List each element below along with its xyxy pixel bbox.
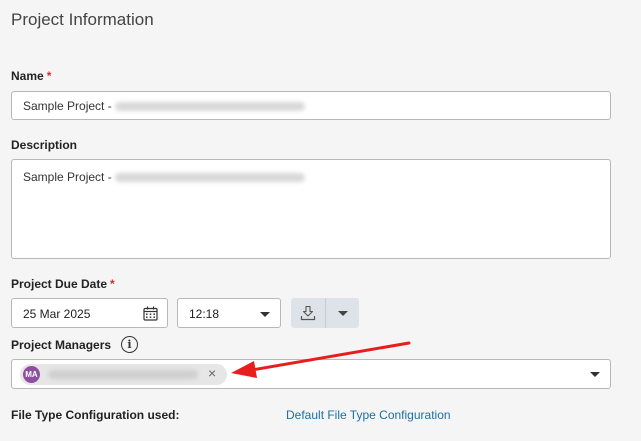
description-label: Description [11, 138, 78, 152]
project-managers-label: Project Managers [11, 338, 112, 352]
redacted-text [114, 173, 305, 183]
due-date-input[interactable]: 25 Mar 2025 [11, 298, 168, 328]
page-title: Project Information [11, 10, 154, 29]
info-icon[interactable]: i [121, 336, 138, 353]
description-value: Sample Project - [23, 170, 112, 184]
chevron-down-icon[interactable] [590, 372, 600, 377]
due-time-select[interactable]: 12:18 [177, 298, 281, 328]
due-date-label: Project Due Date * [11, 277, 115, 291]
file-type-config-label: File Type Configuration used: [11, 408, 180, 422]
redacted-text [48, 370, 198, 379]
required-mark: * [110, 277, 115, 291]
name-input[interactable]: Sample Project - [11, 91, 611, 120]
download-tray-icon [300, 305, 316, 321]
date-options-dropdown-button[interactable] [325, 298, 359, 328]
project-managers-select[interactable]: MA × [11, 359, 611, 389]
apply-default-button[interactable] [291, 298, 325, 328]
name-input-value: Sample Project - [23, 99, 112, 113]
file-type-config-link[interactable]: Default File Type Configuration [286, 408, 451, 422]
name-label: Name * [11, 69, 52, 83]
date-action-button-group [291, 298, 359, 328]
manager-chip: MA × [20, 364, 227, 385]
due-time-value: 12:18 [189, 307, 220, 321]
due-date-value: 25 Mar 2025 [23, 307, 91, 321]
redacted-text [114, 102, 305, 112]
chevron-down-icon [260, 312, 270, 317]
description-textarea[interactable]: Sample Project - [11, 159, 611, 259]
chevron-down-icon [338, 311, 348, 316]
avatar: MA [23, 366, 40, 383]
remove-chip-icon[interactable]: × [208, 365, 216, 381]
required-mark: * [46, 69, 52, 83]
calendar-icon[interactable] [143, 306, 158, 321]
